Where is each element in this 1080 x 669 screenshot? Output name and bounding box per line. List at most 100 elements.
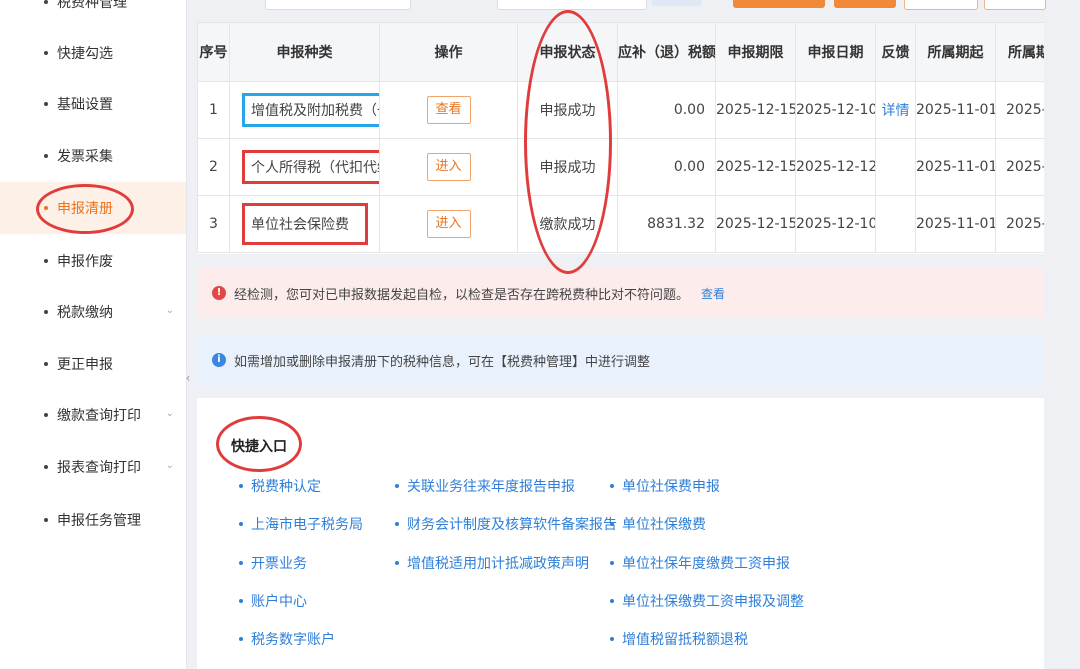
- sidebar-item-declaration-task-management[interactable]: 申报任务管理: [0, 500, 186, 540]
- bullet-icon: [44, 0, 48, 4]
- quick-link-tax-type-recognition[interactable]: 税费种认定: [239, 476, 321, 496]
- quick-link-social-insurance-wage-adjust[interactable]: 单位社保缴费工资申报及调整: [610, 591, 804, 611]
- sidebar-item-tax-type-management[interactable]: 税费种管理: [0, 0, 186, 22]
- enter-button[interactable]: 进入: [426, 210, 471, 238]
- quick-link-label: 上海市电子税务局: [251, 517, 363, 533]
- period-start: 2025-11-01: [915, 195, 996, 253]
- bullet-icon: [610, 637, 614, 641]
- table-header-row: 序号 申报种类 操作 申报状态 应补（退）税额 申报期限 申报日期 反馈 所属期…: [197, 22, 1044, 82]
- column-header-period-start: 所属期起: [915, 22, 996, 82]
- quick-link-label: 增值税适用加计抵减政策声明: [407, 556, 589, 572]
- quick-link-account-center[interactable]: 账户中心: [239, 591, 307, 611]
- declaration-deadline: 2025-12-15: [715, 81, 796, 139]
- sidebar-item-basic-settings[interactable]: 基础设置: [0, 84, 186, 124]
- self-check-alert-text: 经检测，您可对已申报数据发起自检，以检查是否存在跨税费种比对不符问题。: [234, 287, 690, 303]
- column-header-amount: 应补（退）税额: [617, 22, 716, 82]
- self-check-alert: ! 经检测，您可对已申报数据发起自检，以检查是否存在跨税费种比对不符问题。 查看: [197, 268, 1044, 318]
- sidebar-item-invoice-collection[interactable]: 发票采集: [0, 136, 186, 176]
- declaration-table: 序号 申报种类 操作 申报状态 应补（退）税额 申报期限 申报日期 反馈 所属期…: [197, 22, 1044, 254]
- period-end: 2025-1: [995, 81, 1044, 139]
- sidebar-item-quick-select[interactable]: 快捷勾选: [0, 33, 186, 73]
- bullet-icon: [239, 522, 243, 526]
- quick-link-accounting-system-filing[interactable]: 财务会计制度及核算软件备案报告: [395, 514, 617, 534]
- column-header-action: 操作: [379, 22, 518, 82]
- declaration-type: 个人所得税（代扣代缴）: [242, 150, 379, 184]
- quick-entry-title: 快捷入口: [231, 439, 287, 455]
- sidebar-item-report-query-print[interactable]: 报表查询打印 ⌄: [0, 447, 186, 487]
- chevron-down-icon: ⌄: [165, 460, 174, 471]
- quick-link-tax-digital-account[interactable]: 税务数字账户: [239, 629, 335, 649]
- quick-link-social-insurance-annual-wage[interactable]: 单位社保年度缴费工资申报: [610, 553, 790, 573]
- info-icon: i: [212, 353, 226, 367]
- bullet-icon: [610, 561, 614, 565]
- bullet-icon: [395, 484, 399, 488]
- column-header-type: 申报种类: [229, 22, 380, 82]
- table-row: 3 单位社会保险费 进入 缴款成功 8831.32 2025-12-15 202…: [197, 195, 1044, 253]
- top-query-button[interactable]: [652, 0, 702, 6]
- top-filter-input-1[interactable]: [265, 0, 411, 10]
- bullet-icon: [239, 484, 243, 488]
- quick-link-label: 税费种认定: [251, 479, 321, 495]
- sidebar-item-tax-payment[interactable]: 税款缴纳 ⌄: [0, 292, 186, 332]
- quick-link-label: 单位社保缴费工资申报及调整: [622, 594, 804, 610]
- view-button[interactable]: 查看: [426, 96, 471, 124]
- bullet-icon: [395, 561, 399, 565]
- quick-link-vat-deduction-statement[interactable]: 增值税适用加计抵减政策声明: [395, 553, 589, 573]
- column-header-status: 申报状态: [517, 22, 618, 82]
- bullet-icon: [44, 362, 48, 366]
- quick-link-social-insurance-payment[interactable]: 单位社保缴费: [610, 514, 706, 534]
- quick-link-label: 开票业务: [251, 556, 307, 572]
- quick-link-shanghai-e-tax[interactable]: 上海市电子税务局: [239, 514, 363, 534]
- sidebar-collapse-icon[interactable]: ‹: [182, 366, 194, 390]
- bullet-icon: [44, 413, 48, 417]
- bullet-icon: [610, 522, 614, 526]
- details-link[interactable]: 详情: [882, 103, 910, 119]
- self-check-view-link[interactable]: 查看: [701, 285, 725, 302]
- error-icon: !: [212, 286, 226, 300]
- bullet-icon: [239, 561, 243, 565]
- sidebar-item-label: 快捷勾选: [57, 46, 113, 62]
- enter-button[interactable]: 进入: [426, 153, 471, 181]
- quick-link-label: 关联业务往来年度报告申报: [407, 479, 575, 495]
- declaration-date: 2025-12-10: [795, 195, 876, 253]
- tax-type-info-alert: i 如需增加或删除申报清册下的税种信息，可在【税费种管理】中进行调整: [197, 335, 1044, 385]
- period-end: 2025-1: [995, 195, 1044, 253]
- quick-link-vat-credit-refund[interactable]: 增值税留抵税额退税: [610, 629, 748, 649]
- table-row: 2 个人所得税（代扣代缴） 进入 申报成功 0.00 2025-12-15 20…: [197, 138, 1044, 196]
- column-header-date: 申报日期: [795, 22, 876, 82]
- top-action-button-3[interactable]: [904, 0, 978, 10]
- sidebar-item-payment-query-print[interactable]: 缴款查询打印 ⌄: [0, 395, 186, 435]
- quick-link-label: 单位社保年度缴费工资申报: [622, 556, 790, 572]
- feedback-cell: [875, 138, 916, 196]
- declaration-deadline: 2025-12-15: [715, 138, 796, 196]
- sidebar-item-label: 申报清册: [57, 201, 113, 217]
- sidebar-item-label: 税款缴纳: [57, 305, 113, 321]
- period-end: 2025-1: [995, 138, 1044, 196]
- declaration-type: 增值税及附加税费（一...: [242, 93, 379, 127]
- declaration-type: 单位社会保险费: [242, 203, 368, 245]
- row-index: 3: [197, 195, 230, 253]
- top-action-button-4[interactable]: [984, 0, 1046, 10]
- column-header-period-end: 所属期: [995, 22, 1044, 82]
- row-index: 2: [197, 138, 230, 196]
- column-header-index: 序号: [197, 22, 230, 82]
- top-action-button-1[interactable]: [733, 0, 825, 8]
- sidebar-item-declaration-void[interactable]: 申报作废: [0, 241, 186, 281]
- sidebar-item-correction-declaration[interactable]: 更正申报: [0, 344, 186, 384]
- declaration-deadline: 2025-12-15: [715, 195, 796, 253]
- sidebar-item-label: 申报作废: [57, 254, 113, 270]
- sidebar-item-declaration-list[interactable]: 申报清册: [0, 182, 186, 234]
- bullet-icon: [239, 637, 243, 641]
- chevron-down-icon: ⌄: [165, 305, 174, 316]
- declaration-status: 申报成功: [517, 138, 618, 196]
- quick-link-related-party-report[interactable]: 关联业务往来年度报告申报: [395, 476, 575, 496]
- top-action-button-2[interactable]: [834, 0, 896, 8]
- top-filter-input-2[interactable]: [497, 0, 647, 10]
- sidebar-item-label: 发票采集: [57, 149, 113, 165]
- quick-link-invoicing[interactable]: 开票业务: [239, 553, 307, 573]
- tax-amount: 0.00: [617, 81, 716, 139]
- column-header-feedback: 反馈: [875, 22, 916, 82]
- quick-link-social-insurance-declaration[interactable]: 单位社保费申报: [610, 476, 720, 496]
- quick-link-label: 税务数字账户: [251, 632, 335, 648]
- bullet-icon: [44, 465, 48, 469]
